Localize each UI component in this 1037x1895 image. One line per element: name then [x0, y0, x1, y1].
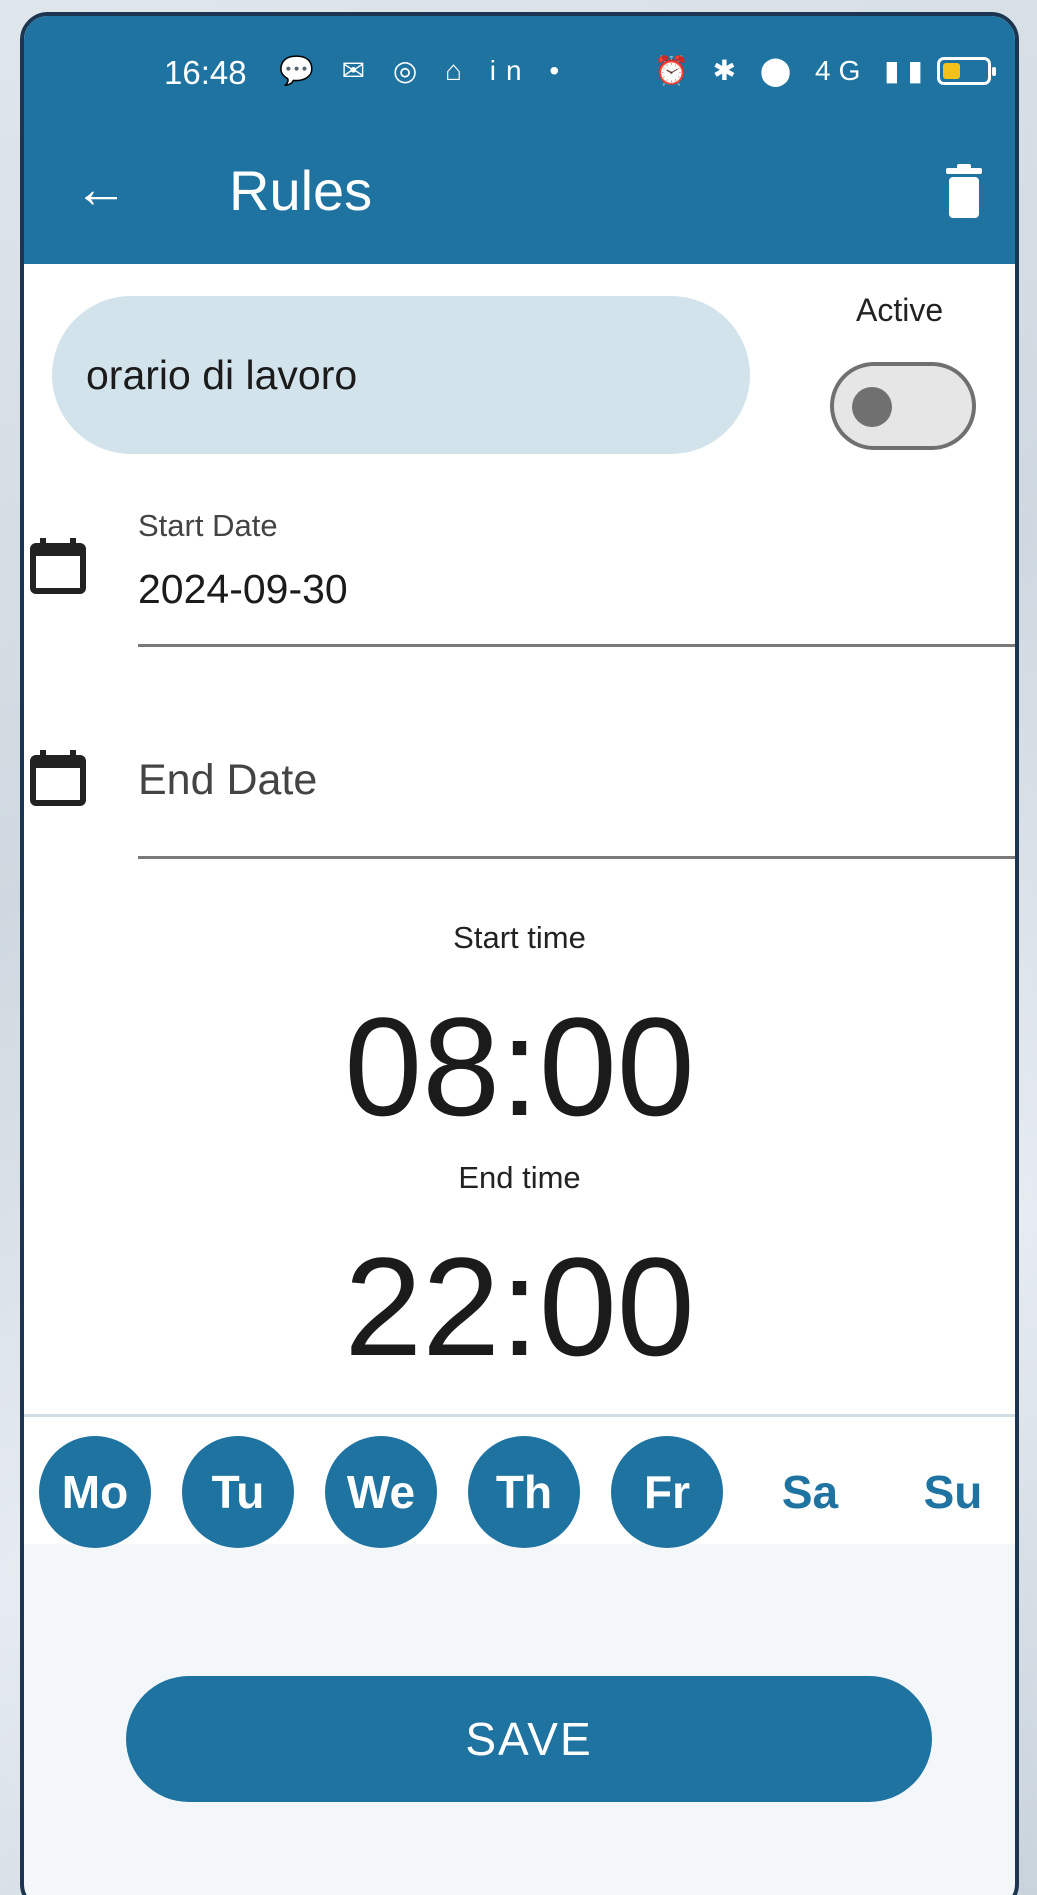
rule-form: orario di lavoro Active Start Date 2024-… [24, 264, 1015, 1548]
trash-icon[interactable] [944, 164, 984, 218]
start-date-value[interactable]: 2024-09-30 [138, 566, 348, 613]
page-title: Rules [229, 159, 373, 222]
battery-icon [936, 56, 996, 85]
day-toggle-fr[interactable]: Fr [611, 1436, 723, 1548]
save-button[interactable]: SAVE [126, 1676, 932, 1802]
end-date-underline [138, 856, 1015, 859]
day-toggle-su[interactable]: Su [897, 1436, 1009, 1548]
start-time-label: Start time [453, 920, 586, 955]
calendar-icon[interactable] [30, 536, 86, 594]
end-time-value[interactable]: 22:00 [24, 1226, 1015, 1388]
system-status-icons: ⏰ ✱ ⬤ 4G ▮▮ [654, 55, 931, 86]
weekday-selector: Mo Tu We Th Fr Sa Su [24, 1424, 1015, 1548]
active-label: Active [856, 292, 944, 328]
calendar-icon[interactable] [30, 748, 86, 806]
toggle-knob [852, 387, 892, 427]
day-toggle-sa[interactable]: Sa [754, 1436, 866, 1548]
back-arrow-icon[interactable]: ← [74, 158, 128, 220]
day-toggle-tu[interactable]: Tu [182, 1436, 294, 1548]
active-toggle[interactable] [830, 362, 976, 450]
rule-name-input[interactable]: orario di lavoro [52, 296, 750, 454]
app-bar: 16:48 💬 ✉ ◎ ⌂ in • ⏰ ✱ ⬤ 4G ▮▮ ← Rules [24, 16, 1015, 264]
day-toggle-mo[interactable]: Mo [39, 1436, 151, 1548]
start-date-label: Start Date [138, 508, 278, 543]
divider [24, 1414, 1015, 1417]
start-date-underline [138, 644, 1015, 647]
phone-screen: 16:48 💬 ✉ ◎ ⌂ in • ⏰ ✱ ⬤ 4G ▮▮ ← Rules o… [20, 12, 1019, 1895]
day-toggle-th[interactable]: Th [468, 1436, 580, 1548]
end-time-label: End time [458, 1160, 581, 1195]
notification-icons: 💬 ✉ ◎ ⌂ in • [279, 55, 570, 86]
status-bar: 16:48 💬 ✉ ◎ ⌂ in • ⏰ ✱ ⬤ 4G ▮▮ [24, 46, 1015, 106]
battery-fill [942, 62, 960, 79]
rule-name-value: orario di lavoro [86, 351, 358, 398]
end-date-input[interactable]: End Date [138, 756, 317, 805]
system-icons: ⏰ ✱ ⬤ 4G ▮▮ [654, 54, 996, 87]
start-time-value[interactable]: 08:00 [24, 986, 1015, 1148]
status-time: 16:48 [164, 54, 247, 91]
day-toggle-we[interactable]: We [325, 1436, 437, 1548]
